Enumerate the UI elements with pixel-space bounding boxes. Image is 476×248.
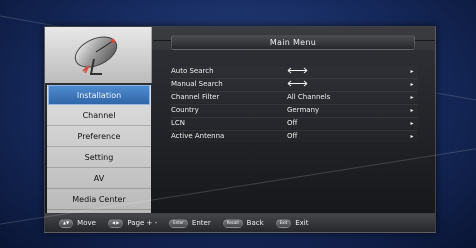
menu-title: Main Menu <box>269 37 317 47</box>
hint-page: ◀ ▶ Page + - <box>107 218 158 228</box>
setting-row-country[interactable]: Country Germany ▸ <box>171 105 418 116</box>
chevron-right-icon: ▸ <box>410 132 414 140</box>
chevron-right-icon: ▸ <box>410 93 414 101</box>
hint-enter: Enter Enter <box>169 218 211 228</box>
sidebar-item-label: Setting <box>84 152 114 162</box>
remote-key-icon: Recall <box>222 218 243 228</box>
sidebar-item-label: Preference <box>77 131 121 141</box>
main-menu-window: Main Menu Installation Channel Preferenc… <box>44 26 436 233</box>
satellite-dish-icon <box>74 36 118 75</box>
remote-key-icon: Enter <box>169 218 188 228</box>
setting-value <box>287 67 383 76</box>
setting-label: Manual Search <box>171 80 223 88</box>
setting-row-auto-search[interactable]: Auto Search ▸ <box>171 66 418 77</box>
setting-row-channel-filter[interactable]: Channel Filter All Channels ▸ <box>171 92 418 103</box>
setting-label: Channel Filter <box>171 93 220 101</box>
setting-value: All Channels <box>287 93 331 101</box>
return-arrow-icon <box>287 67 308 74</box>
setting-row-manual-search[interactable]: Manual Search ▸ <box>171 79 418 90</box>
remote-key-icon: Exit <box>275 218 292 228</box>
chevron-right-icon: ▸ <box>410 119 414 127</box>
return-arrow-icon <box>287 80 308 87</box>
hint-label: Move <box>77 219 96 227</box>
sidebar-item-installation[interactable]: Installation <box>48 85 150 105</box>
chevron-right-icon: ▸ <box>410 80 414 88</box>
setting-value <box>287 80 383 89</box>
sidebar-item-setting[interactable]: Setting <box>47 147 151 168</box>
chevron-right-icon: ▸ <box>410 106 414 114</box>
sidebar-item-label: Media Center <box>72 194 126 204</box>
setting-label: Active Antenna <box>171 132 225 140</box>
hint-back: Recall Back <box>222 218 264 228</box>
remote-key-icon: ▲▼ <box>59 218 74 228</box>
sidebar-item-av[interactable]: AV <box>47 168 151 189</box>
setting-label: LCN <box>171 119 186 127</box>
setting-value: Off <box>287 132 298 140</box>
setting-row-active-antenna[interactable]: Active Antenna Off ▸ <box>171 131 418 142</box>
chevron-right-icon: ▸ <box>410 67 414 75</box>
menu-header: Main Menu <box>171 35 415 50</box>
setting-value: Off <box>287 119 298 127</box>
tv-screen: Main Menu Installation Channel Preferenc… <box>0 0 476 248</box>
setting-label: Auto Search <box>171 67 214 75</box>
sidebar: Installation Channel Preference Setting … <box>47 85 151 213</box>
hint-label: Back <box>246 219 264 227</box>
sidebar-item-label: Channel <box>82 110 116 120</box>
sidebar-item-media-center[interactable]: Media Center <box>47 189 151 210</box>
setting-value: Germany <box>287 106 320 114</box>
sidebar-item-channel[interactable]: Channel <box>47 105 151 126</box>
hint-move: ▲▼ Move <box>59 218 96 228</box>
installation-panel: Auto Search ▸ Manual Search ▸ Channel Fi… <box>152 50 434 212</box>
setting-row-lcn[interactable]: LCN Off ▸ <box>171 118 418 129</box>
hint-exit: Exit Exit <box>275 218 309 228</box>
remote-key-icon: ◀ ▶ <box>107 218 124 228</box>
hint-label: Page + - <box>127 219 158 227</box>
logo-area <box>45 27 152 83</box>
sidebar-item-label: Installation <box>76 90 122 100</box>
hint-label: Exit <box>295 219 309 227</box>
hint-label: Enter <box>191 219 211 227</box>
sidebar-item-preference[interactable]: Preference <box>47 126 151 147</box>
setting-label: Country <box>171 106 199 114</box>
button-hint-bar: ▲▼ Move ◀ ▶ Page + - Enter Enter Recall … <box>45 213 435 232</box>
sidebar-item-label: AV <box>93 173 105 183</box>
